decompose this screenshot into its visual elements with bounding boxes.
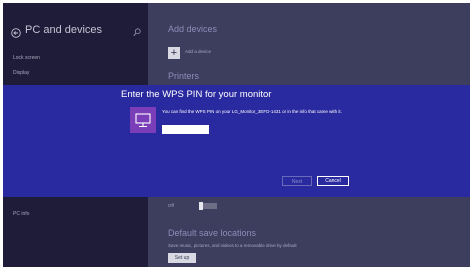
dialog-title: Enter the WPS PIN for your monitor xyxy=(121,89,272,100)
sidebar-item-lock-screen[interactable]: Lock screen xyxy=(13,55,40,61)
toggle-thumb[interactable] xyxy=(199,202,203,210)
default-save-description: Save music, pictures, and videos to a re… xyxy=(168,243,297,248)
cancel-button[interactable]: Cancel xyxy=(317,176,349,186)
settings-window: PC and devices Lock screen Display PC in… xyxy=(3,3,470,267)
printers-heading: Printers xyxy=(168,71,200,81)
sidebar-item-pc-info[interactable]: PC info xyxy=(13,211,29,217)
sidebar-item-display[interactable]: Display xyxy=(13,70,29,76)
back-arrow-icon[interactable] xyxy=(11,28,21,38)
default-save-heading: Default save locations xyxy=(168,228,257,238)
monitor-tile xyxy=(130,107,156,133)
setup-button[interactable]: Set up xyxy=(168,253,196,263)
add-device-button[interactable]: + xyxy=(168,47,180,59)
wps-pin-input[interactable] xyxy=(162,125,209,134)
dialog-message: You can find the WPS PIN on your LG_Moni… xyxy=(162,109,342,114)
monitor-icon xyxy=(135,113,151,128)
toggle-state-label: Off xyxy=(168,203,174,208)
sidebar-title: PC and devices xyxy=(25,24,103,36)
search-icon[interactable] xyxy=(133,28,141,37)
add-devices-heading: Add devices xyxy=(168,24,218,34)
next-button[interactable]: Next xyxy=(282,176,312,186)
wps-pin-dialog: Enter the WPS PIN for your monitor You c… xyxy=(3,85,470,197)
plus-icon: + xyxy=(170,47,178,59)
add-device-label[interactable]: Add a device xyxy=(185,49,211,54)
